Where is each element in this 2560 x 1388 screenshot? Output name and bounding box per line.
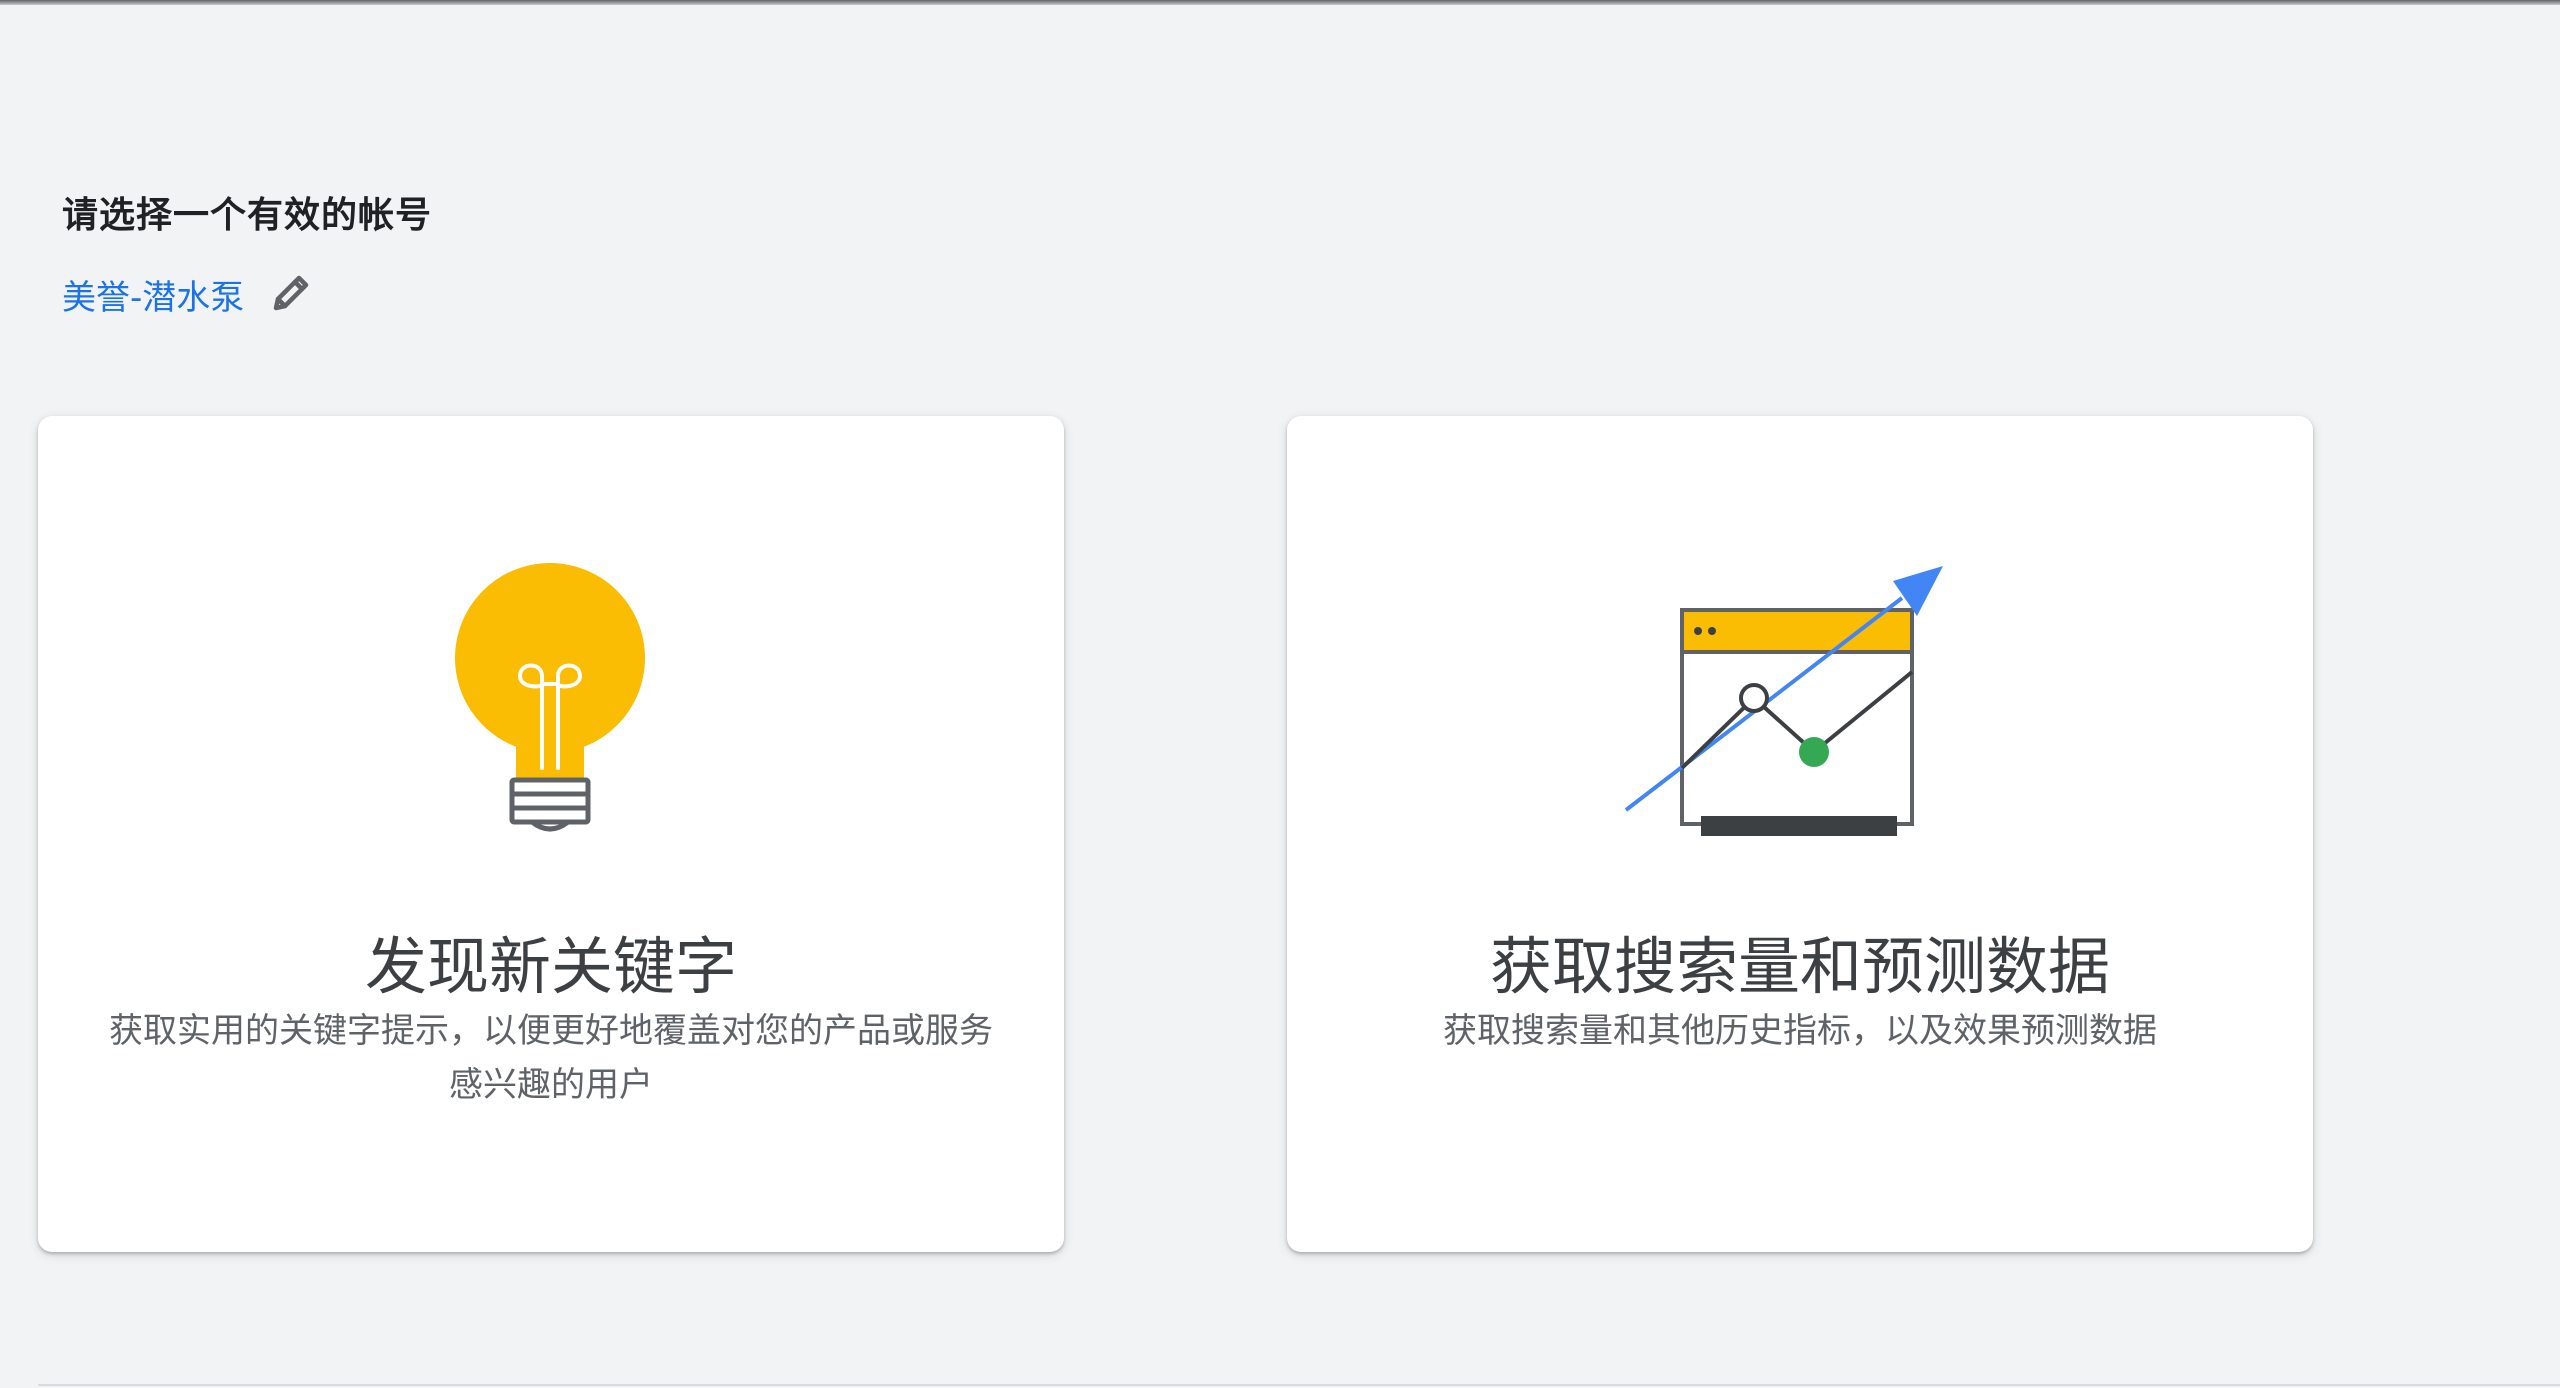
- pencil-icon[interactable]: [262, 266, 318, 322]
- account-name-link[interactable]: 美誉-潜水泵: [62, 270, 244, 319]
- page-title: 请选择一个有效的帐号: [62, 195, 433, 236]
- bottom-divider: [38, 1384, 2560, 1386]
- card-description: 获取实用的关键字提示，以便更好地覆盖对您的产品或服务感兴趣的用户: [109, 1011, 993, 1105]
- card-title: 发现新关键字: [364, 930, 737, 1003]
- card-title: 获取搜索量和预测数据: [1489, 930, 2110, 1003]
- card-description: 获取搜索量和其他历史指标，以及效果预测数据: [1443, 1011, 2157, 1051]
- discover-keywords-card[interactable]: 发现新关键字 获取实用的关键字提示，以便更好地覆盖对您的产品或服务感兴趣的用户: [38, 416, 1064, 1252]
- trending-chart-icon: [1624, 566, 1943, 836]
- lightbulb-icon: [455, 563, 645, 832]
- top-divider: [0, 0, 2560, 5]
- page: 请选择一个有效的帐号 美誉-潜水泵 发现新关键字 获取实用的关键字提示，以便更好…: [0, 0, 2560, 1388]
- search-volume-forecast-card[interactable]: 获取搜索量和预测数据 获取搜索量和其他历史指标，以及效果预测数据: [1287, 416, 2313, 1252]
- account-selector[interactable]: 美誉-潜水泵: [62, 266, 318, 322]
